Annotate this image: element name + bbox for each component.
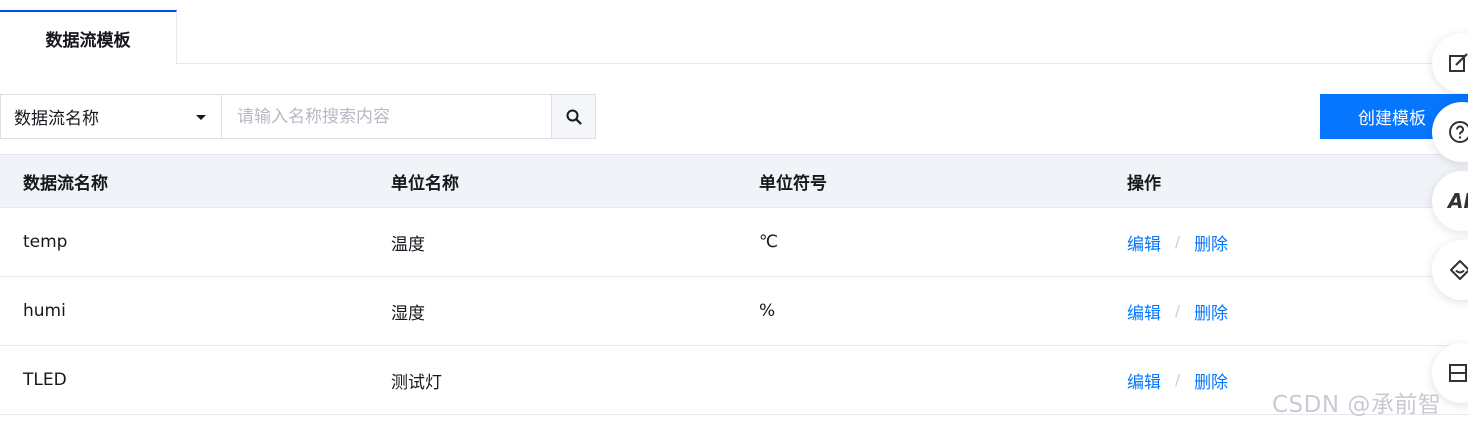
ai-icon: AI — [1448, 189, 1468, 213]
cell-name: TLED — [23, 370, 67, 390]
table-row: temp 温度 ℃ 编辑 / 删除 — [0, 208, 1468, 277]
table-row: humi 湿度 % 编辑 / 删除 — [0, 277, 1468, 346]
collapse-icon — [1449, 364, 1467, 382]
cell-actions: 编辑 / 删除 — [1127, 346, 1228, 414]
cell-unit-name: 湿度 — [391, 303, 425, 324]
dataflow-table: 数据流名称 单位名称 单位符号 操作 temp 温度 ℃ 编辑 / 删除 hum… — [0, 154, 1468, 415]
field-select[interactable]: 数据流名称 — [0, 94, 222, 139]
action-separator: / — [1175, 371, 1181, 389]
edit-link[interactable]: 编辑 — [1127, 230, 1161, 255]
caret-down-icon — [196, 115, 206, 120]
cell-unit-name: 测试灯 — [391, 372, 442, 393]
delete-link[interactable]: 删除 — [1194, 299, 1228, 324]
support-icon — [1450, 260, 1468, 280]
cell-actions: 编辑 / 删除 — [1127, 277, 1228, 345]
edit-note-icon — [1449, 53, 1468, 72]
field-select-value: 数据流名称 — [14, 109, 99, 129]
column-header-unit-symbol: 单位符号 — [759, 173, 827, 194]
cell-unit-symbol: ℃ — [759, 232, 779, 252]
tab-bar: 数据流模板 — [0, 0, 1440, 64]
cell-name: temp — [23, 232, 68, 252]
search-input[interactable] — [221, 94, 552, 139]
cell-actions: 编辑 / 删除 — [1127, 208, 1228, 276]
edit-link[interactable]: 编辑 — [1127, 368, 1161, 393]
cell-unit-name: 温度 — [391, 234, 425, 255]
delete-link[interactable]: 删除 — [1194, 230, 1228, 255]
toolbar: 数据流名称 创建模板 — [0, 94, 1468, 139]
action-separator: / — [1175, 233, 1181, 251]
search-button[interactable] — [551, 94, 596, 139]
action-separator: / — [1175, 302, 1181, 320]
search-icon — [566, 109, 582, 125]
table-row: TLED 测试灯 编辑 / 删除 — [0, 346, 1468, 415]
watermark: CSDN @承前智 — [1272, 392, 1442, 418]
help-icon — [1449, 121, 1468, 143]
edit-link[interactable]: 编辑 — [1127, 299, 1161, 324]
column-header-unit-name: 单位名称 — [391, 173, 459, 194]
cell-unit-symbol: % — [759, 301, 776, 321]
delete-link[interactable]: 删除 — [1194, 368, 1228, 393]
column-header-actions: 操作 — [1127, 173, 1161, 194]
table-header: 数据流名称 单位名称 单位符号 操作 — [0, 154, 1468, 208]
cell-name: humi — [23, 301, 66, 321]
tab-dataflow-template[interactable]: 数据流模板 — [0, 10, 177, 64]
column-header-name: 数据流名称 — [23, 173, 108, 194]
